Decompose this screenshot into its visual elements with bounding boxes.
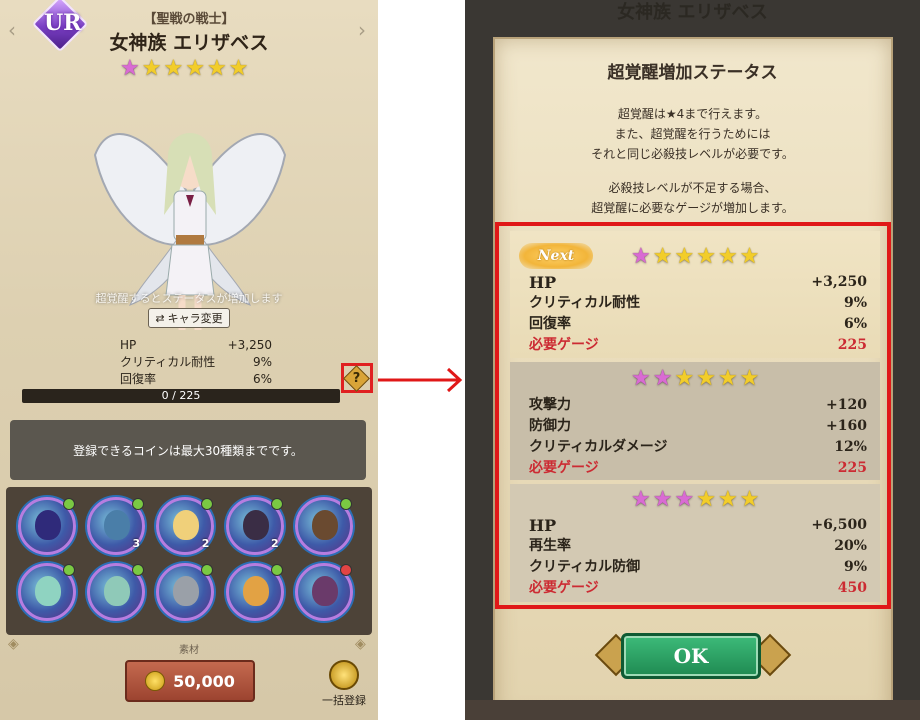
awaken-cost-button[interactable]: 50,000 [125, 660, 255, 702]
awakening-gauge-text: 0 / 225 [161, 389, 201, 402]
awakening-hint: 超覚醒するとステータスが増加します [95, 292, 283, 305]
coin-portrait-icon [173, 576, 200, 606]
attribute-gem-icon [63, 498, 75, 510]
attribute-gem-icon [132, 564, 145, 576]
bottom-strip [465, 700, 920, 720]
coin-slot[interactable] [18, 563, 76, 621]
attribute-gem-icon [63, 564, 75, 576]
coin-count: 2 [201, 537, 210, 550]
coin-slot[interactable]: 2 [156, 497, 215, 555]
stat-label: 回復率 [120, 372, 157, 386]
chara-change-button[interactable]: ⇄ キャラ変更 [148, 308, 230, 328]
cost-value: 50,000 [173, 671, 235, 691]
chara-change-label: キャラ変更 [167, 312, 223, 325]
coin-limit-notice: 登録できるコインは最大30種類までです。 [10, 420, 366, 480]
coin-slot[interactable]: 2 [225, 497, 284, 555]
coin-slot[interactable] [156, 563, 215, 621]
gold-star-icon: ★ [141, 56, 162, 81]
gold-star-icon: ★ [206, 56, 227, 81]
awakening-stars: ★ ★ ★ ★ ★ ★ [120, 58, 248, 80]
attribute-gem-icon [339, 564, 352, 576]
material-label: 素材 [179, 645, 199, 656]
coin-portrait-icon [242, 576, 269, 606]
intro-line: 超覚醒は★4まで行えます。 [617, 107, 768, 121]
coin-grid: 3 2 2 [6, 487, 372, 635]
arrow-right-icon [378, 367, 463, 393]
coin-slot[interactable] [294, 497, 353, 555]
coin-portrait-icon [311, 510, 338, 540]
intro-line: 超覚醒に必要なゲージが増加します。 [591, 201, 794, 215]
stat-value: 9% [252, 355, 272, 369]
dialog-title: 超覚醒増加ステータス [607, 63, 778, 83]
gold-coin-icon [145, 671, 166, 691]
gold-star-icon: ★ [228, 56, 249, 81]
ok-button[interactable]: OK [621, 633, 761, 679]
stat-row: HP +3,250 [120, 337, 272, 354]
awakening-status-dialog: 女神族 エリザベス 超覚醒増加ステータス 超覚醒は★4まで行えます。 また、超覚… [465, 0, 920, 720]
pink-star-icon: ★ [120, 56, 140, 81]
attribute-gem-icon [270, 564, 283, 576]
status-highlight-box [495, 222, 891, 609]
background-character-name: 女神族 エリザベス [617, 2, 768, 23]
coin-slot[interactable] [87, 563, 146, 621]
coin-portrait-icon [104, 576, 131, 606]
attribute-gem-icon [132, 498, 145, 510]
character-name: 女神族 エリザベス [109, 32, 269, 54]
stats-list: HP +3,250 クリティカル耐性 9% 回復率 6% [120, 337, 272, 388]
attribute-gem-icon [270, 498, 283, 510]
bulk-register-button[interactable]: 一括登録 [316, 660, 372, 712]
coin-count: 2 [270, 537, 279, 550]
intro-line: 必殺技レベルが不足する場合、 [608, 181, 777, 195]
coin-slot[interactable] [18, 497, 76, 555]
coin-slot[interactable]: 3 [87, 497, 146, 555]
coin-portrait-icon [311, 576, 338, 606]
character-detail-panel: ‹ › UR 【聖戦の戦士】 女神族 エリザベス ★ ★ ★ ★ ★ ★ 超覚醒するとステ… [0, 0, 378, 720]
gold-star-icon: ★ [185, 56, 205, 81]
stat-label: クリティカル耐性 [120, 355, 216, 369]
intro-line: また、超覚醒を行うためには [614, 127, 771, 141]
coin-slot[interactable] [225, 563, 284, 621]
coin-portrait-icon [35, 576, 61, 606]
awakening-gauge: 0 / 225 [22, 389, 340, 403]
intro-line: それと同じ必殺技レベルが必要です。 [591, 147, 794, 161]
attribute-gem-icon [201, 564, 214, 576]
character-epithet: 【聖戦の戦士】 [143, 12, 235, 27]
coin-slot[interactable] [294, 563, 353, 621]
help-icon[interactable]: ? [347, 369, 366, 388]
swap-icon: ⇄ [155, 311, 165, 325]
attribute-gem-icon [201, 498, 214, 510]
stat-value: +3,250 [227, 338, 272, 352]
coin-count: 3 [132, 537, 141, 550]
bulk-register-icon [329, 660, 359, 690]
coin-portrait-icon [104, 510, 131, 540]
stat-value: 6% [252, 372, 272, 386]
attribute-gem-icon [339, 498, 352, 510]
coin-portrait-icon [35, 510, 61, 540]
stat-label: HP [120, 338, 137, 352]
stat-row: クリティカル耐性 9% [120, 354, 272, 371]
coin-portrait-icon [173, 510, 200, 540]
gold-star-icon: ★ [163, 56, 184, 81]
coin-portrait-icon [242, 510, 269, 540]
stat-row: 回復率 6% [120, 371, 272, 388]
bulk-register-label: 一括登録 [322, 694, 366, 707]
